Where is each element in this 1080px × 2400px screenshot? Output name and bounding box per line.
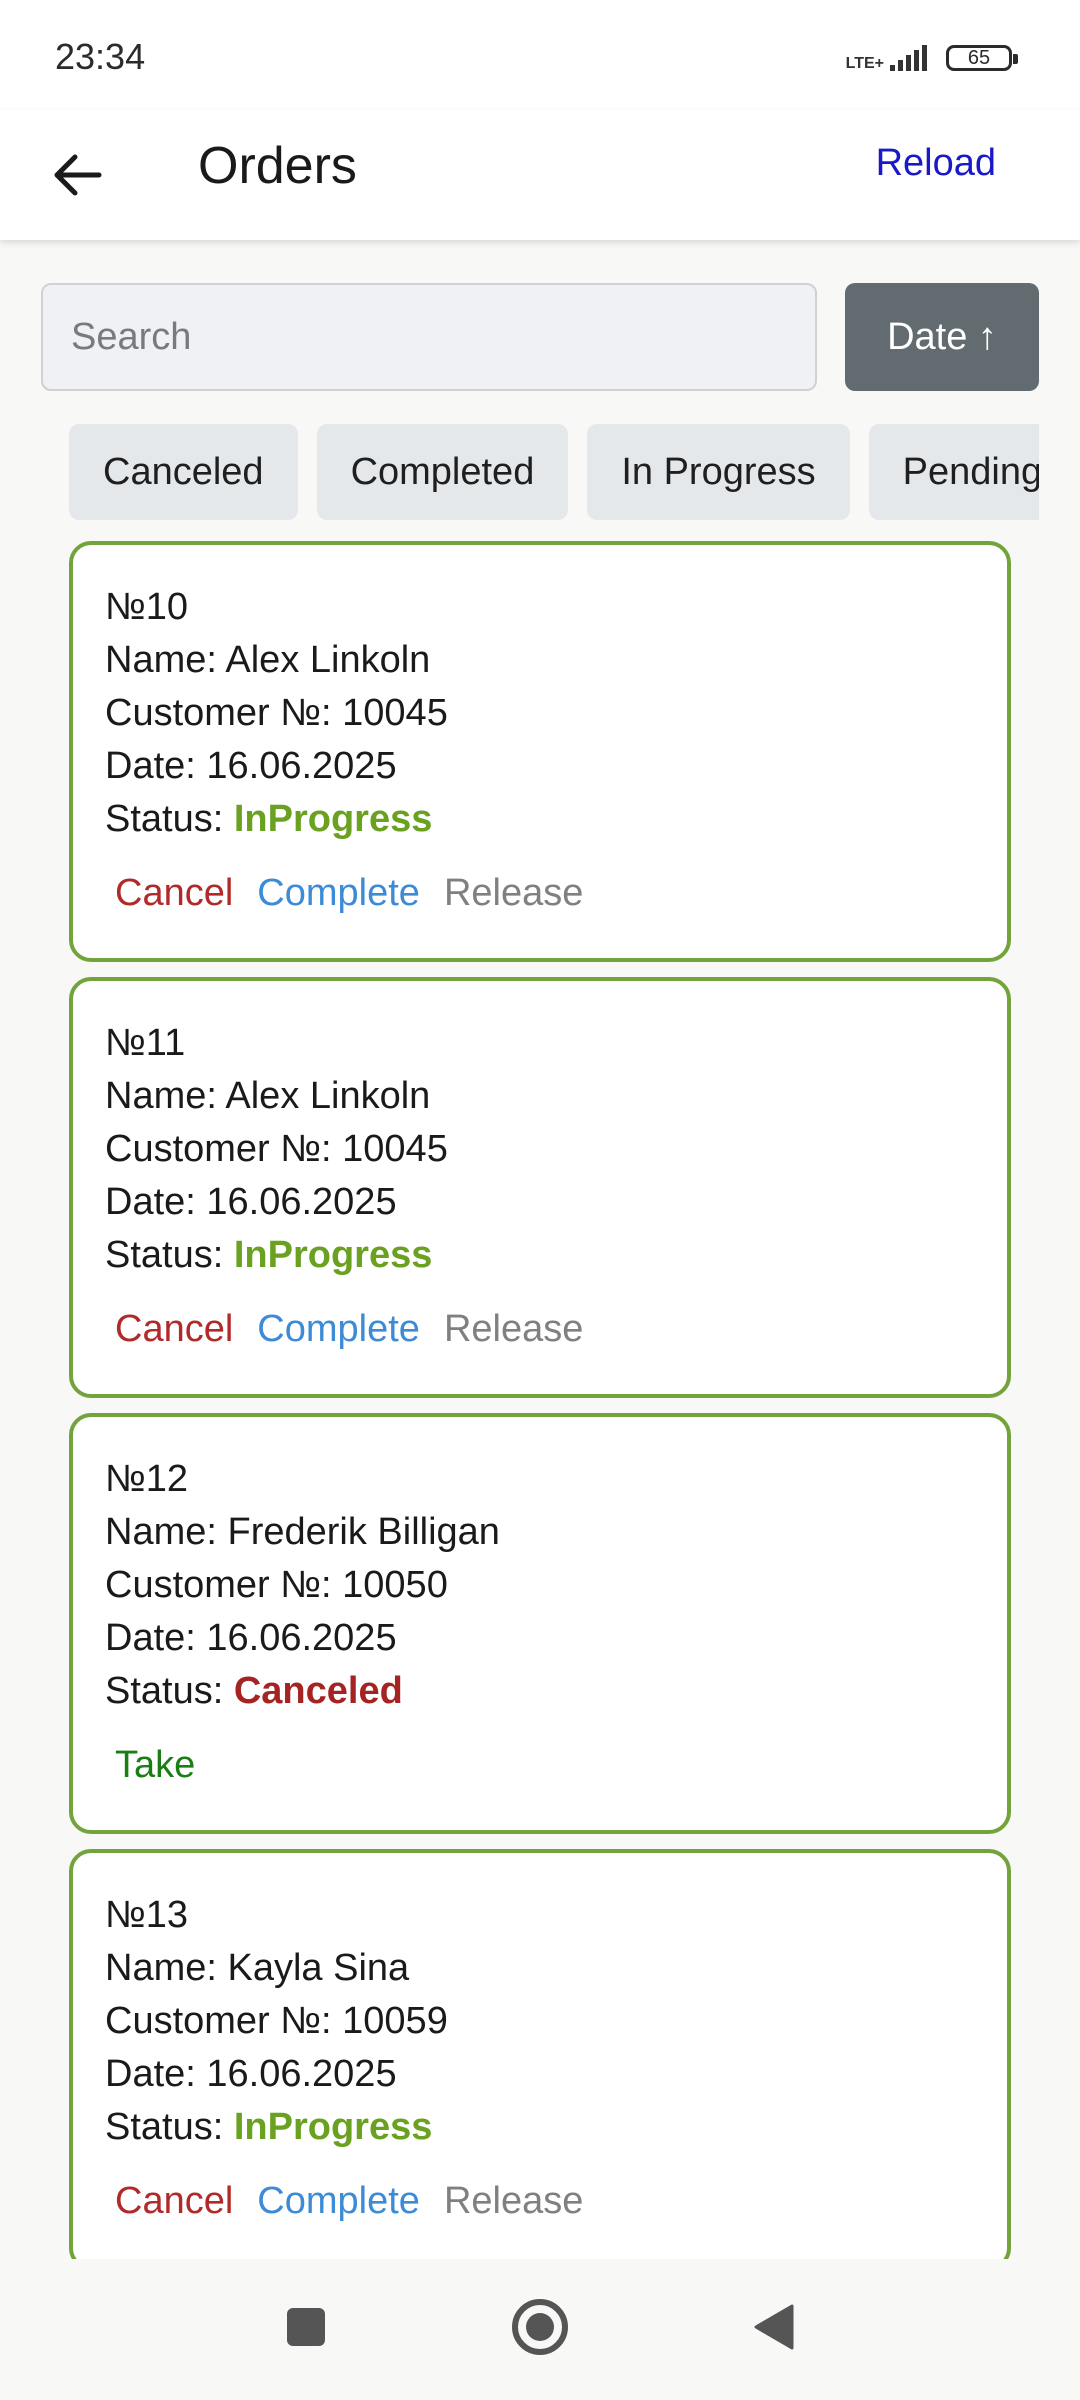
lte-signal-icon: LTE+: [846, 43, 932, 73]
app-bar: Orders Reload: [0, 110, 1080, 240]
date-label: Date:: [105, 2053, 207, 2095]
order-actions: Cancel Complete Release: [105, 872, 1007, 926]
complete-button[interactable]: Complete: [257, 2180, 420, 2234]
status-label: Status:: [105, 798, 234, 840]
name-label: Name:: [105, 1511, 228, 1553]
cancel-button[interactable]: Cancel: [115, 2180, 233, 2234]
order-status: Status: Canceled: [105, 1665, 1007, 1718]
status-value: InProgress: [233, 798, 433, 840]
order-status: Status: InProgress: [105, 1229, 1007, 1282]
filter-chip-pending[interactable]: Pending: [868, 424, 1039, 520]
filter-chip-completed[interactable]: Completed: [316, 424, 569, 520]
release-button[interactable]: Release: [444, 872, 583, 926]
take-button[interactable]: Take: [115, 1744, 195, 1798]
order-number: №11: [105, 1022, 186, 1064]
order-customer: Customer №: 10045: [105, 1123, 1007, 1176]
order-status: Status: InProgress: [105, 793, 1007, 846]
battery-level: 65: [967, 46, 991, 69]
order-number: №12: [105, 1458, 189, 1500]
complete-button[interactable]: Complete: [257, 872, 420, 926]
release-button[interactable]: Release: [444, 1308, 583, 1362]
order-customer: Customer №: 10050: [105, 1559, 1007, 1612]
order-status: Status: InProgress: [105, 2101, 1007, 2154]
order-date: Date: 16.06.2025: [105, 2048, 1007, 2101]
sort-date-button[interactable]: Date ↑: [845, 283, 1039, 391]
recents-button[interactable]: [266, 2287, 346, 2367]
cancel-button[interactable]: Cancel: [115, 1308, 233, 1362]
search-input[interactable]: [41, 283, 817, 391]
order-name: Name: Kayla Sina: [105, 1942, 1007, 1995]
name-value: Kayla Sina: [227, 1947, 410, 1989]
square-icon: [287, 2308, 325, 2346]
order-actions: Cancel Complete Release: [105, 1308, 1007, 1362]
cancel-button[interactable]: Cancel: [115, 872, 233, 926]
customer-value: 10050: [342, 1564, 448, 1606]
order-name: Name: Frederik Billigan: [105, 1506, 1007, 1559]
status-label: Status:: [105, 1234, 234, 1276]
date-value: 16.06.2025: [206, 2053, 397, 2095]
date-value: 16.06.2025: [206, 745, 397, 787]
order-customer: Customer №: 10059: [105, 1995, 1007, 2048]
status-label: Status:: [105, 2106, 234, 2148]
orders-list[interactable]: №10 Name: Alex Linkoln Customer №: 10045…: [69, 541, 1011, 2259]
home-button[interactable]: [500, 2287, 580, 2367]
system-back-button[interactable]: [734, 2287, 814, 2367]
status-time: 23:34: [55, 36, 146, 77]
name-label: Name:: [105, 1947, 228, 1989]
name-value: Frederik Billigan: [227, 1511, 500, 1553]
back-triangle-icon: [754, 2304, 794, 2350]
reload-button[interactable]: Reload: [876, 142, 996, 185]
order-customer: Customer №: 10045: [105, 687, 1007, 740]
order-card: №12 Name: Frederik Billigan Customer №: …: [69, 1413, 1011, 1834]
date-value: 16.06.2025: [206, 1181, 397, 1223]
order-name: Name: Alex Linkoln: [105, 1070, 1007, 1123]
status-bar: 23:34 LTE+ 65: [0, 0, 1080, 110]
battery-icon: 65: [946, 45, 1018, 71]
status-value: InProgress: [233, 1234, 433, 1276]
status-indicators: LTE+ 65: [846, 36, 1018, 80]
home-circle-icon: [512, 2299, 568, 2355]
filter-chip-in-progress[interactable]: In Progress: [587, 424, 850, 520]
name-value: Alex Linkoln: [225, 1075, 431, 1117]
customer-value: 10045: [342, 1128, 448, 1170]
order-date: Date: 16.06.2025: [105, 1612, 1007, 1665]
status-value: Canceled: [233, 1670, 403, 1712]
name-label: Name:: [105, 1075, 226, 1117]
order-actions: Cancel Complete Release: [105, 2180, 1007, 2234]
name-label: Name:: [105, 639, 226, 681]
order-number: №10: [105, 586, 189, 628]
page-title: Orders: [198, 137, 357, 195]
date-label: Date:: [105, 1181, 207, 1223]
order-card: №13 Name: Kayla Sina Customer №: 10059 D…: [69, 1849, 1011, 2259]
date-label: Date:: [105, 1617, 207, 1659]
filter-chip-canceled[interactable]: Canceled: [69, 424, 298, 520]
customer-label: Customer №:: [105, 1564, 343, 1606]
name-value: Alex Linkoln: [225, 639, 431, 681]
customer-label: Customer №:: [105, 1128, 343, 1170]
search-row: Date ↑: [41, 283, 1039, 391]
system-nav-bar: [0, 2259, 1080, 2400]
status-value: InProgress: [233, 2106, 433, 2148]
date-value: 16.06.2025: [206, 1617, 397, 1659]
order-card: №11 Name: Alex Linkoln Customer №: 10045…: [69, 977, 1011, 1398]
date-label: Date:: [105, 745, 207, 787]
complete-button[interactable]: Complete: [257, 1308, 420, 1362]
network-label: LTE+: [845, 55, 884, 72]
order-date: Date: 16.06.2025: [105, 740, 1007, 793]
status-label: Status:: [105, 1670, 234, 1712]
release-button[interactable]: Release: [444, 2180, 583, 2234]
order-card: №10 Name: Alex Linkoln Customer №: 10045…: [69, 541, 1011, 962]
customer-value: 10059: [342, 2000, 448, 2042]
order-number: №13: [105, 1894, 189, 1936]
arrow-left-icon: [54, 154, 102, 196]
back-button[interactable]: [40, 130, 116, 220]
order-date: Date: 16.06.2025: [105, 1176, 1007, 1229]
order-name: Name: Alex Linkoln: [105, 634, 1007, 687]
order-actions: Take: [105, 1744, 1007, 1798]
status-filter-chips: Canceled Completed In Progress Pending: [69, 424, 1039, 522]
customer-value: 10045: [342, 692, 448, 734]
customer-label: Customer №:: [105, 692, 343, 734]
customer-label: Customer №:: [105, 2000, 343, 2042]
